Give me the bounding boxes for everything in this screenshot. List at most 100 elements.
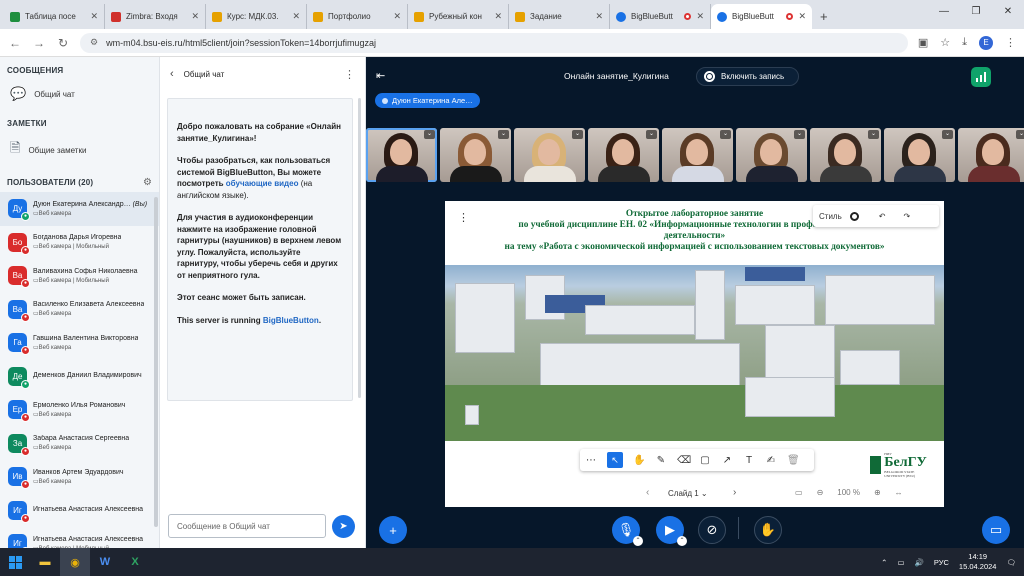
minimize-icon[interactable]: — xyxy=(928,0,960,24)
notifications-icon[interactable]: 🗨 xyxy=(1006,558,1016,567)
undo-icon[interactable]: ↶ xyxy=(879,212,886,221)
rectangle-tool-icon[interactable]: ▢ xyxy=(699,455,711,466)
close-icon[interactable]: ✕ xyxy=(191,11,199,22)
webcam-thumbnail[interactable]: ⌄ xyxy=(810,128,881,182)
shared-notes-item[interactable]: 🗎 Общие заметки xyxy=(0,133,159,169)
public-chat-item[interactable]: 💬 Общий чат xyxy=(0,80,159,110)
download-icon[interactable]: ⤓ xyxy=(962,36,967,49)
taskbar-clock[interactable]: 14:19 15.04.2024 xyxy=(959,552,997,572)
chevron-down-icon[interactable]: ⌄ xyxy=(720,130,731,139)
bookmark-star-icon[interactable]: ☆ xyxy=(940,36,950,49)
webcam-thumbnail[interactable]: ⌄ xyxy=(662,128,733,182)
whiteboard-icon[interactable]: ▭ xyxy=(795,488,803,497)
chevron-down-icon[interactable]: ⌄ xyxy=(868,130,879,139)
chevron-down-icon[interactable]: ⌄ xyxy=(1016,130,1024,139)
close-icon[interactable]: ✕ xyxy=(393,11,401,22)
close-icon[interactable]: ✕ xyxy=(494,11,502,22)
webcam-thumbnail[interactable]: ⌄ xyxy=(958,128,1024,182)
start-recording-button[interactable]: Включить запись xyxy=(696,67,799,86)
user-list-item[interactable]: За ● Забара Анастасия Сергеевна ▭Веб камера xyxy=(0,427,159,461)
close-icon[interactable]: ✕ xyxy=(696,11,704,22)
fit-width-icon[interactable]: ↔ xyxy=(895,488,903,497)
profile-avatar[interactable]: E xyxy=(979,35,993,50)
browser-tab-3[interactable]: Курс: МДК.03. ✕ xyxy=(206,4,307,29)
speaker-icon[interactable]: 🔊 xyxy=(915,558,924,567)
taskbar-excel[interactable]: X xyxy=(120,548,150,576)
gear-icon[interactable]: ⚙ xyxy=(143,177,152,188)
close-icon[interactable]: ✕ xyxy=(595,11,603,22)
chevron-down-icon[interactable]: ⌄ xyxy=(572,130,583,139)
tray-chevron-up-icon[interactable]: ⌃ xyxy=(881,558,887,567)
zoom-in-icon[interactable]: ⊕ xyxy=(874,488,881,497)
webcam-thumbnail[interactable]: ⌄ xyxy=(884,128,955,182)
taskbar-word[interactable]: W xyxy=(90,548,120,576)
more-tools-icon[interactable]: ⋯ xyxy=(585,455,597,466)
close-icon[interactable]: ✕ xyxy=(90,11,98,22)
style-circle-icon[interactable] xyxy=(849,211,859,221)
mute-button[interactable]: 🎙 ⌃ xyxy=(612,516,643,546)
maximize-icon[interactable]: ❐ xyxy=(960,0,992,24)
chevron-down-icon[interactable]: ⌄ xyxy=(498,130,509,139)
webcam-thumbnail[interactable]: ⌄ xyxy=(440,128,511,182)
webcam-thumbnail[interactable]: ⌄ xyxy=(736,128,807,182)
forward-icon[interactable]: → xyxy=(32,36,46,50)
select-tool-icon[interactable]: ↖ xyxy=(607,452,623,468)
arrow-tool-icon[interactable]: ↗ xyxy=(721,455,733,466)
close-icon[interactable]: ✕ xyxy=(292,11,300,22)
user-list-item[interactable]: Ер ● Ермоленко Илья Романович ▭Веб камера xyxy=(0,393,159,427)
previous-slide-icon[interactable]: ‹ xyxy=(646,487,649,498)
webcam-thumbnail[interactable]: ⌄ xyxy=(366,128,437,182)
user-list-toggle-icon[interactable]: ⇤ xyxy=(376,69,385,82)
user-list-item[interactable]: Ва ● Василенко Елизавета Алексеевна ▭Веб ка… xyxy=(0,293,159,327)
browser-tab-4[interactable]: Портфолио ✕ xyxy=(307,4,408,29)
chevron-down-icon[interactable]: ⌄ xyxy=(794,130,805,139)
chevron-up-icon[interactable]: ⌃ xyxy=(677,536,687,546)
presentation-slide[interactable]: Открытое лабораторное занятие по учебной… xyxy=(445,201,944,507)
chevron-down-icon[interactable]: ⌄ xyxy=(942,130,953,139)
zoom-out-icon[interactable]: ⊖ xyxy=(817,488,824,497)
browser-tab-1[interactable]: Таблица посе ✕ xyxy=(4,4,105,29)
webcam-button[interactable]: ▶ ⌃ xyxy=(656,516,687,546)
user-list-item[interactable]: Иг●Игнатьева Анастасия Алексеевна▭Веб ка… xyxy=(0,527,159,548)
text-tool-icon[interactable]: T xyxy=(743,455,755,466)
talking-indicator[interactable]: Дуюн Екатерина Але… xyxy=(375,93,480,108)
user-list-item[interactable]: Иг ● Игнатьева Анастасия Алексеевна xyxy=(0,494,159,528)
connection-status-icon[interactable] xyxy=(971,67,991,87)
user-list-item[interactable]: Бо ● Богданова Дарья Игоревна ▭Веб камера |… xyxy=(0,226,159,260)
send-message-button[interactable]: ➤ xyxy=(332,515,355,538)
webcam-thumbnail[interactable]: ⌄ xyxy=(514,128,585,182)
user-list-item[interactable]: Ив ● Иванков Артем Эдуардович ▭Веб камера xyxy=(0,460,159,494)
user-list-scrollbar[interactable] xyxy=(154,197,158,527)
raise-hand-button[interactable]: ✋ xyxy=(754,516,782,544)
close-icon[interactable]: ✕ xyxy=(798,11,806,22)
screenshare-button[interactable]: ⊘ xyxy=(698,516,726,544)
webcam-thumbnail[interactable]: ⌄ xyxy=(588,128,659,182)
browser-tab-2[interactable]: Zimbra: Входя ✕ xyxy=(105,4,206,29)
next-slide-icon[interactable]: › xyxy=(733,487,736,498)
user-list-item[interactable]: Га ● Гавшина Валентина Викторовна ▭Веб каме… xyxy=(0,326,159,360)
chevron-down-icon[interactable]: ⌄ xyxy=(646,130,657,139)
chevron-left-icon[interactable]: ‹ xyxy=(170,68,174,80)
note-tool-icon[interactable]: ✍ xyxy=(765,455,777,466)
chat-message-input[interactable]: Сообщение в Общий чат xyxy=(168,514,326,538)
close-window-icon[interactable]: ✕ xyxy=(992,0,1024,24)
tutorial-videos-link[interactable]: обучающие видео xyxy=(226,179,299,188)
trash-icon[interactable]: 🗑 xyxy=(787,455,800,466)
actions-plus-button[interactable]: + xyxy=(379,516,407,544)
site-settings-icon[interactable]: ⚙ xyxy=(90,37,98,48)
address-bar[interactable]: ⚙ wm-m04.bsu-eis.ru/html5client/join?ses… xyxy=(80,32,908,53)
taskbar-explorer[interactable]: ▬ xyxy=(30,548,60,576)
network-icon[interactable]: ▭ xyxy=(897,558,904,567)
bigbluebutton-link[interactable]: BigBlueButton xyxy=(263,316,319,325)
chevron-down-icon[interactable]: ⌄ xyxy=(424,130,435,139)
user-list-item[interactable]: Ду ● Дуюн Екатерина Александр… (Вы) ▭Веб ка… xyxy=(0,192,159,226)
slide-selector[interactable]: Слайд 1 ⌄ xyxy=(668,489,708,498)
redo-icon[interactable]: ↷ xyxy=(903,212,910,221)
eraser-tool-icon[interactable]: ⌫ xyxy=(677,455,691,466)
menu-kebab-icon[interactable]: ⋮ xyxy=(1005,36,1016,49)
new-tab-button[interactable]: + xyxy=(812,9,836,29)
user-list-item[interactable]: Ва ● Валивахина Софья Николаевна ▭Веб камер… xyxy=(0,259,159,293)
chat-scrollbar[interactable] xyxy=(358,98,361,398)
back-icon[interactable]: ← xyxy=(8,36,22,50)
browser-tab-7[interactable]: BigBlueButt ✕ xyxy=(610,4,711,29)
